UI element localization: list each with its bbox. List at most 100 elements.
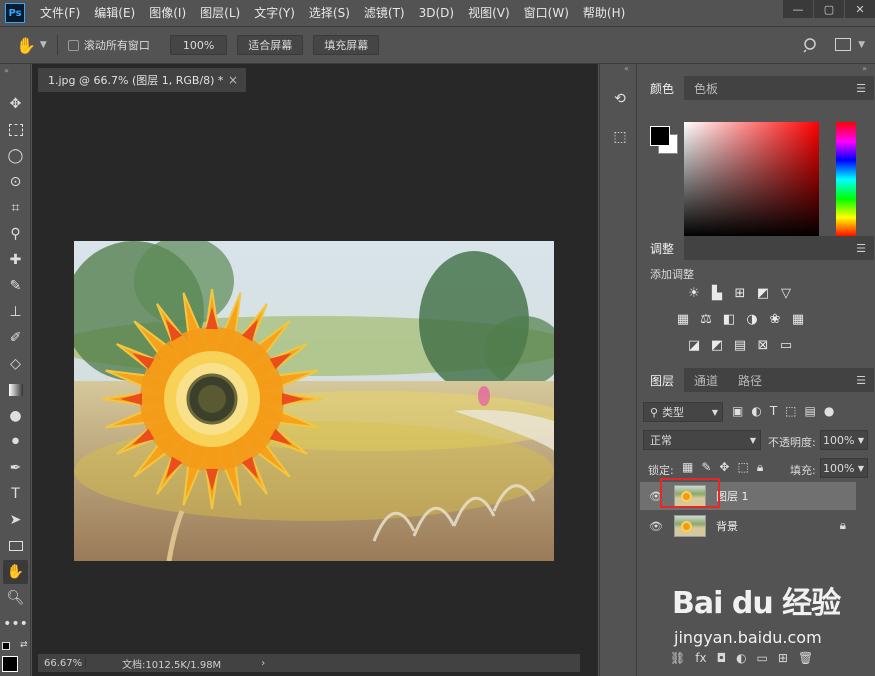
tab-adjustments[interactable]: 调整: [640, 236, 685, 260]
blur-tool-icon[interactable]: ●: [3, 404, 28, 428]
workspace-icon[interactable]: [835, 38, 851, 51]
tab-channels[interactable]: 通道: [684, 368, 728, 392]
layer-style-icon[interactable]: fx: [695, 651, 706, 665]
move-tool-icon[interactable]: ✥: [3, 92, 28, 116]
photo-filter-icon[interactable]: ◑: [743, 310, 761, 328]
lock-position-icon[interactable]: ✥: [719, 460, 729, 475]
new-layer-icon[interactable]: ⊞: [778, 651, 788, 665]
tab-paths[interactable]: 路径: [728, 368, 772, 392]
type-filter-icon[interactable]: T: [770, 404, 777, 418]
menu-help[interactable]: 帮助(H): [576, 0, 632, 26]
selective-color-icon[interactable]: ⊠: [754, 336, 772, 354]
eyedropper-tool-icon[interactable]: ⚲: [3, 222, 28, 246]
hue-slider[interactable]: [836, 122, 856, 237]
filter-toggle-icon[interactable]: ●: [824, 404, 834, 418]
delete-layer-icon[interactable]: 🗑︎: [798, 651, 813, 665]
close-button[interactable]: ✕: [845, 0, 875, 18]
image-filter-icon[interactable]: ▣: [732, 404, 743, 418]
dodge-tool-icon[interactable]: ⚫: [3, 430, 28, 454]
hand-icon[interactable]: ✋: [16, 36, 36, 55]
document-tab[interactable]: 1.jpg @ 66.7% (图层 1, RGB/8) * ×: [38, 68, 246, 92]
threshold-icon[interactable]: ▤: [731, 336, 749, 354]
lock-transparent-icon[interactable]: ▦: [682, 460, 693, 475]
checkbox-box[interactable]: [67, 39, 79, 51]
panel-menu-icon[interactable]: ☰: [856, 82, 866, 95]
close-tab-icon[interactable]: ×: [228, 73, 238, 87]
crop-tool-icon[interactable]: ⌗: [3, 196, 28, 220]
menu-layer[interactable]: 图层(L): [193, 0, 247, 26]
panel-menu-icon[interactable]: ☰: [856, 242, 866, 255]
opacity-input[interactable]: 100% ▼: [820, 430, 868, 450]
hand-tool-icon[interactable]: ✋: [3, 560, 28, 584]
lock-icon[interactable]: 🔒︎: [840, 518, 846, 533]
posterize-icon[interactable]: ◩: [708, 336, 726, 354]
collapse-icon[interactable]: «: [624, 64, 629, 73]
brightness-icon[interactable]: ☀: [685, 284, 703, 302]
blend-mode-select[interactable]: 正常 ▼: [643, 430, 761, 450]
maximize-button[interactable]: ▢: [814, 0, 844, 18]
layer-name[interactable]: 图层 1: [716, 488, 749, 504]
hue-saturation-icon[interactable]: ▦: [674, 310, 692, 328]
layer-row[interactable]: 👁︎ 背景 🔒︎: [640, 512, 856, 540]
more-tools-icon[interactable]: •••: [3, 612, 28, 636]
status-menu-arrow[interactable]: ›: [261, 658, 265, 669]
add-mask-icon[interactable]: ◘: [717, 651, 727, 665]
chevron-down-icon[interactable]: ▼: [40, 40, 47, 50]
pen-tool-icon[interactable]: ✒: [3, 456, 28, 480]
adjustment-filter-icon[interactable]: ◐: [751, 404, 761, 418]
black-white-icon[interactable]: ◧: [720, 310, 738, 328]
history-icon[interactable]: ⟲: [609, 88, 631, 110]
lock-artboard-icon[interactable]: ⬚: [737, 460, 748, 475]
history-brush-tool-icon[interactable]: ✐: [3, 326, 28, 350]
foreground-color-swatch[interactable]: [2, 656, 18, 672]
layer-filter-select[interactable]: ⚲ 类型 ▼: [643, 402, 723, 422]
zoom-tool-icon[interactable]: 🔍︎: [3, 586, 28, 610]
canvas[interactable]: [38, 92, 580, 652]
foreground-color-swatch[interactable]: [650, 126, 670, 146]
vertical-scrollbar[interactable]: [581, 92, 598, 672]
lasso-tool-icon[interactable]: ◯: [3, 144, 28, 168]
gradient-tool-icon[interactable]: [3, 378, 28, 402]
menu-filter[interactable]: 滤镜(T): [357, 0, 412, 26]
clone-stamp-tool-icon[interactable]: ⊥: [3, 300, 28, 324]
healing-brush-tool-icon[interactable]: ✚: [3, 248, 28, 272]
gradient-map-icon[interactable]: ▭: [777, 336, 795, 354]
swap-colors-icon[interactable]: ⇄: [20, 640, 28, 650]
search-icon[interactable]: [803, 37, 819, 56]
fill-input[interactable]: 100% ▼: [820, 458, 868, 478]
collapse-icon[interactable]: »: [862, 64, 867, 73]
rectangle-tool-icon[interactable]: [3, 534, 28, 558]
3d-icon[interactable]: ⬚: [609, 126, 631, 148]
vibrance-icon[interactable]: ▽: [777, 284, 795, 302]
zoom-100-button[interactable]: 100%: [169, 35, 228, 55]
menu-view[interactable]: 视图(V): [461, 0, 517, 26]
collapse-icon[interactable]: »: [4, 66, 9, 75]
exposure-icon[interactable]: ◩: [754, 284, 772, 302]
color-field[interactable]: [684, 122, 819, 237]
path-select-tool-icon[interactable]: ➤: [3, 508, 28, 532]
tab-layers[interactable]: 图层: [640, 368, 685, 392]
type-tool-icon[interactable]: T: [3, 482, 28, 506]
brush-tool-icon[interactable]: ✎: [3, 274, 28, 298]
status-zoom[interactable]: 66.67%: [38, 657, 86, 669]
levels-icon[interactable]: ▙: [708, 284, 726, 302]
eye-icon[interactable]: 👁︎: [649, 520, 663, 533]
eraser-tool-icon[interactable]: ◇: [3, 352, 28, 376]
menu-select[interactable]: 选择(S): [302, 0, 357, 26]
color-lookup-icon[interactable]: ▦: [789, 310, 807, 328]
color-balance-icon[interactable]: ⚖: [697, 310, 715, 328]
link-layers-icon[interactable]: ⛓: [670, 651, 685, 665]
menu-type[interactable]: 文字(Y): [247, 0, 302, 26]
menu-file[interactable]: 文件(F): [33, 0, 87, 26]
layer-name[interactable]: 背景: [716, 518, 738, 534]
reset-colors-icon[interactable]: [2, 642, 10, 650]
new-fill-layer-icon[interactable]: ◐: [736, 651, 746, 665]
color-swatches[interactable]: ⇄: [2, 640, 30, 672]
shape-filter-icon[interactable]: ⬚: [785, 404, 796, 418]
tab-swatches[interactable]: 色板: [684, 76, 728, 100]
lock-pixels-icon[interactable]: ✎: [701, 460, 711, 475]
marquee-tool-icon[interactable]: [3, 118, 28, 142]
scroll-all-checkbox[interactable]: 滚动所有窗口: [67, 37, 150, 53]
lock-all-icon[interactable]: 🔒︎: [757, 460, 763, 475]
menu-edit[interactable]: 编辑(E): [87, 0, 142, 26]
